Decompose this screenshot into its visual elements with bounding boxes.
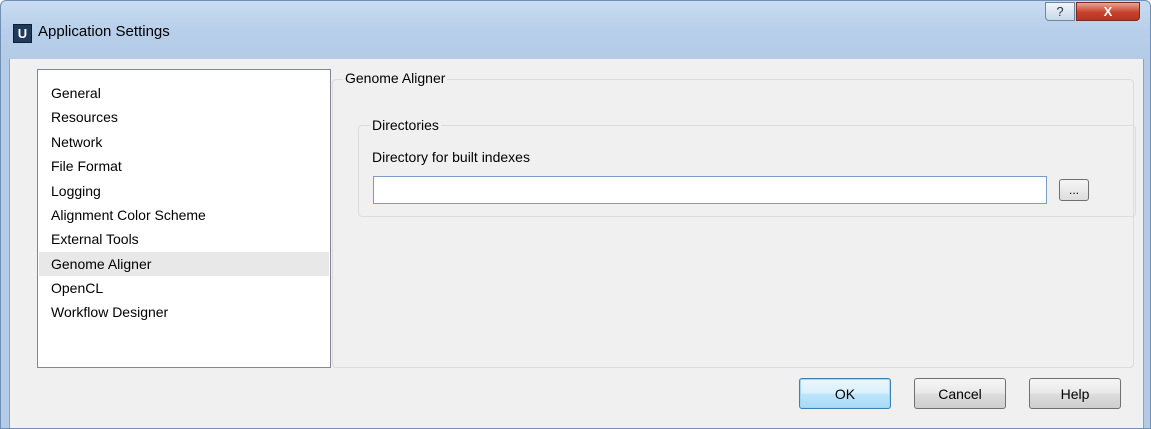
context-help-button[interactable]: ? <box>1045 2 1075 21</box>
settings-category-list[interactable]: General Resources Network File Format Lo… <box>37 69 331 368</box>
settings-dialog: U Application Settings ? X General Resou… <box>0 0 1151 429</box>
sidebar-item-workflow-designer[interactable]: Workflow Designer <box>39 300 329 324</box>
panel-title: Genome Aligner <box>343 70 448 86</box>
sidebar-item-logging[interactable]: Logging <box>39 179 329 203</box>
app-logo-icon: U <box>13 24 32 43</box>
ok-button[interactable]: OK <box>799 378 891 409</box>
dialog-body: General Resources Network File Format Lo… <box>9 59 1144 428</box>
directories-group-title: Directories <box>370 117 441 133</box>
window-title: Application Settings <box>38 23 170 40</box>
cancel-button[interactable]: Cancel <box>914 378 1006 409</box>
help-button[interactable]: Help <box>1029 378 1121 409</box>
sidebar-item-general[interactable]: General <box>39 81 329 105</box>
sidebar-item-opencl[interactable]: OpenCL <box>39 276 329 300</box>
genome-aligner-group <box>332 79 1134 368</box>
index-directory-label: Directory for built indexes <box>372 149 530 165</box>
sidebar-item-network[interactable]: Network <box>39 130 329 154</box>
index-directory-input[interactable] <box>373 176 1047 204</box>
browse-directory-button[interactable]: ... <box>1059 179 1089 201</box>
sidebar-item-alignment-color-scheme[interactable]: Alignment Color Scheme <box>39 203 329 227</box>
sidebar-item-resources[interactable]: Resources <box>39 105 329 129</box>
sidebar-item-genome-aligner[interactable]: Genome Aligner <box>39 252 329 276</box>
close-button[interactable]: X <box>1076 2 1140 21</box>
sidebar-item-file-format[interactable]: File Format <box>39 154 329 178</box>
sidebar-item-external-tools[interactable]: External Tools <box>39 227 329 251</box>
title-bar[interactable]: U Application Settings ? X <box>1 1 1150 59</box>
